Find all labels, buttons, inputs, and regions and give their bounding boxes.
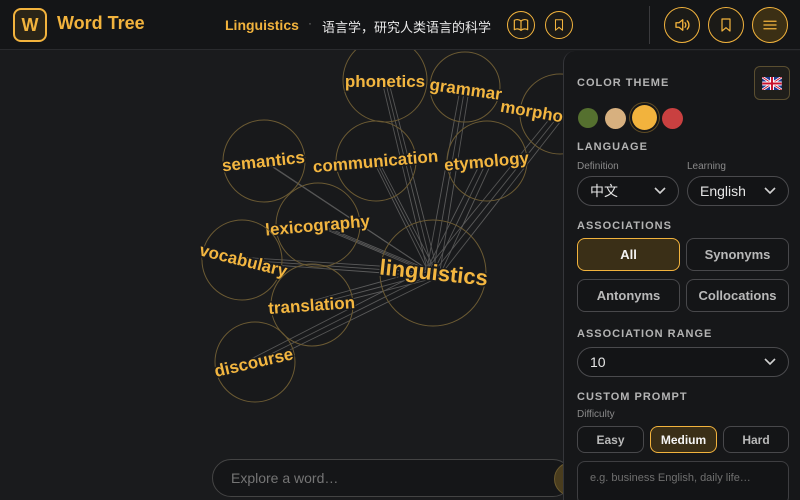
association-option-all[interactable]: All: [577, 238, 680, 271]
theme-swatch-red[interactable]: [662, 108, 683, 129]
word-node-grammar[interactable]: grammar: [427, 51, 505, 123]
app-title: Word Tree: [57, 13, 145, 33]
graph-nodes: phonetics grammarmorphologysemantics commu…: [196, 50, 601, 403]
theme-swatch-gold[interactable]: [632, 105, 657, 130]
toolbar-divider: [649, 6, 650, 44]
difficulty-easy[interactable]: Easy: [577, 426, 644, 453]
save-word-button[interactable]: [545, 11, 573, 39]
definition-language-label: Definition: [577, 161, 619, 172]
language-title: LANGUAGE: [577, 141, 648, 153]
association-range-title: ASSOCIATION RANGE: [577, 328, 713, 340]
bookmarks-button[interactable]: [708, 7, 744, 43]
associations-title: ASSOCIATIONS: [577, 220, 672, 232]
menu-button[interactable]: [752, 7, 788, 43]
association-option-collocations[interactable]: Collocations: [686, 279, 789, 312]
association-option-synonyms[interactable]: Synonyms: [686, 238, 789, 271]
difficulty-hard[interactable]: Hard: [723, 426, 789, 453]
word-node-etymology[interactable]: etymology: [442, 120, 532, 202]
definition-language-select[interactable]: 中文: [577, 176, 679, 206]
dictionary-button[interactable]: [507, 11, 535, 39]
uk-flag-icon: [762, 76, 782, 90]
difficulty-label: Difficulty: [577, 409, 615, 420]
theme-swatch-tan[interactable]: [605, 108, 626, 129]
bookmark-icon: [554, 19, 564, 31]
custom-prompt-input[interactable]: e.g. business English, daily life…: [577, 461, 789, 500]
language-flag-button[interactable]: [754, 66, 790, 100]
association-range-value: 10: [590, 354, 606, 370]
association-range-select[interactable]: 10: [577, 347, 789, 377]
title-separator: ·: [308, 16, 312, 30]
word-node-phonetics[interactable]: phonetics: [342, 50, 428, 123]
word-node-discourse[interactable]: discourse: [211, 321, 297, 403]
top-bar: W Word Tree Linguistics · 语言学，研究人类语言的科学: [0, 0, 800, 50]
association-option-antonyms[interactable]: Antonyms: [577, 279, 680, 312]
current-word: Linguistics: [225, 17, 299, 33]
word-node-semantics[interactable]: semantics: [220, 119, 307, 203]
definition-language-value: 中文: [590, 183, 618, 199]
learning-language-value: English: [700, 183, 746, 199]
app-logo[interactable]: W: [13, 8, 47, 42]
bookmark-icon: [721, 18, 731, 32]
search-input[interactable]: [212, 459, 572, 497]
menu-icon: [763, 20, 777, 30]
learning-language-label: Learning: [687, 161, 726, 172]
settings-panel: COLOR THEME LANGUAGE Definition Learning…: [563, 51, 800, 500]
volume-icon: [675, 19, 690, 31]
word-definition: 语言学，研究人类语言的科学: [322, 21, 492, 36]
book-icon: [513, 19, 529, 31]
color-theme-title: COLOR THEME: [577, 77, 670, 89]
difficulty-medium[interactable]: Medium: [650, 426, 717, 453]
learning-language-select[interactable]: English: [687, 176, 789, 206]
chevron-down-icon: [764, 187, 776, 195]
chevron-down-icon: [764, 358, 776, 366]
word-node-label[interactable]: phonetics: [343, 71, 426, 93]
theme-swatch-green[interactable]: [578, 108, 598, 128]
word-node-linguistics[interactable]: linguistics: [377, 219, 491, 327]
custom-prompt-title: CUSTOM PROMPT: [577, 391, 688, 403]
pronounce-button[interactable]: [664, 7, 700, 43]
chevron-down-icon: [654, 187, 666, 195]
